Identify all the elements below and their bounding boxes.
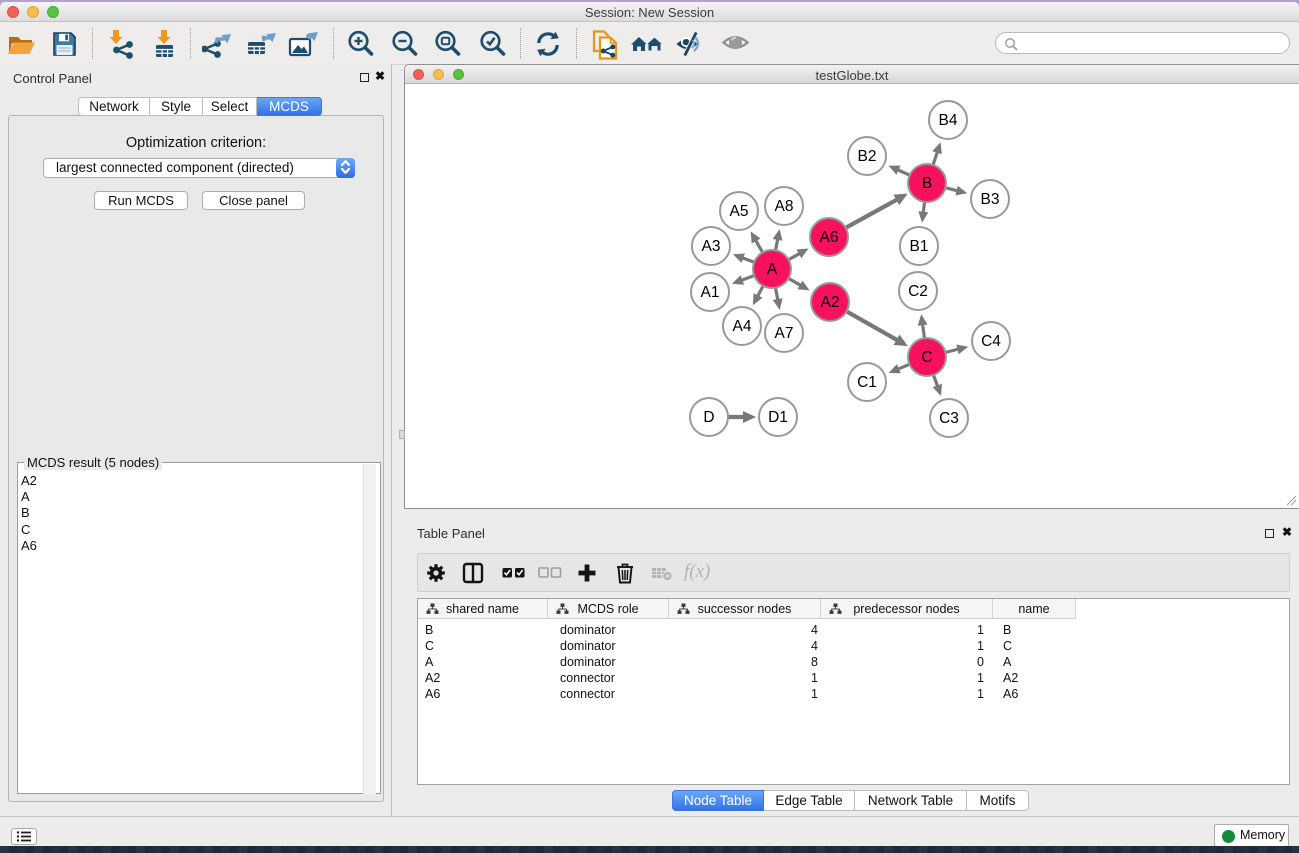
svg-text:A: A	[767, 261, 778, 278]
svg-text:B: B	[922, 175, 932, 192]
svg-text:B2: B2	[858, 148, 877, 165]
svg-text:A1: A1	[701, 284, 720, 301]
svg-text:A6: A6	[820, 229, 839, 246]
svg-text:A7: A7	[775, 325, 794, 342]
svg-text:A5: A5	[730, 203, 749, 220]
svg-text:D: D	[703, 409, 714, 426]
svg-text:B1: B1	[910, 238, 929, 255]
svg-text:A3: A3	[702, 238, 721, 255]
svg-text:C2: C2	[908, 283, 928, 300]
svg-text:A2: A2	[821, 294, 840, 311]
svg-text:A8: A8	[775, 198, 794, 215]
svg-text:C3: C3	[939, 410, 959, 427]
svg-text:B4: B4	[939, 112, 958, 129]
svg-text:C: C	[921, 349, 932, 366]
svg-text:C4: C4	[981, 333, 1001, 350]
svg-text:B3: B3	[981, 191, 1000, 208]
svg-text:D1: D1	[768, 409, 788, 426]
svg-text:A4: A4	[733, 318, 752, 335]
svg-text:C1: C1	[857, 374, 877, 391]
